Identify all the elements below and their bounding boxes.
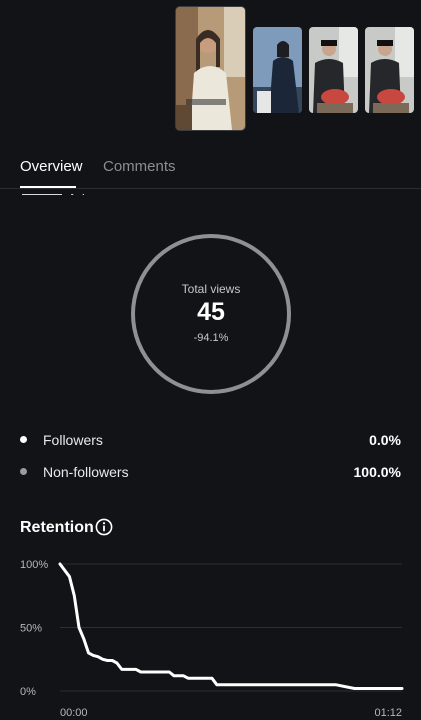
total-views-value: 45: [197, 298, 225, 326]
video-thumbnail-3[interactable]: [309, 27, 358, 113]
legend-row-followers: Followers 0.0%: [0, 430, 421, 450]
followers-value: 0.0%: [369, 432, 401, 448]
followers-dot-icon: [20, 436, 27, 443]
info-icon[interactable]: [95, 518, 113, 536]
non-followers-value: 100.0%: [353, 464, 401, 480]
y-tick-label: 100%: [20, 559, 48, 571]
video-thumbnail-2[interactable]: [253, 27, 302, 113]
followers-label: Followers: [43, 432, 103, 448]
total-views-donut: Total views 45 -94.1%: [131, 234, 291, 394]
legend-row-non-followers: Non-followers 100.0%: [0, 462, 421, 482]
tab-overview[interactable]: Overview: [20, 158, 83, 176]
non-followers-label: Non-followers: [43, 464, 129, 480]
total-views-change: -94.1%: [193, 332, 229, 344]
video-thumbnail-strip: [0, 0, 421, 140]
video-thumbnail-1[interactable]: [176, 7, 245, 130]
x-tick-label: 01:12: [374, 707, 402, 719]
total-views-label: Total views: [181, 282, 241, 296]
video-thumbnail-4[interactable]: [365, 27, 414, 113]
retention-series-line: [58, 562, 404, 690]
non-followers-dot-icon: [20, 468, 27, 475]
analytics-tabs: Overview Comments: [0, 150, 421, 189]
x-tick-label: 00:00: [60, 707, 88, 719]
tab-comments[interactable]: Comments: [103, 158, 176, 176]
scrolled-section-heading-remnant: [22, 188, 84, 195]
retention-title: Retention: [20, 519, 94, 536]
y-tick-label: 50%: [20, 623, 42, 635]
retention-chart: 100% 50% 0% 00:00 01:12: [0, 556, 421, 720]
y-tick-label: 0%: [20, 686, 36, 698]
retention-chart-svg: 100% 50% 0% 00:00 01:12: [20, 559, 404, 719]
